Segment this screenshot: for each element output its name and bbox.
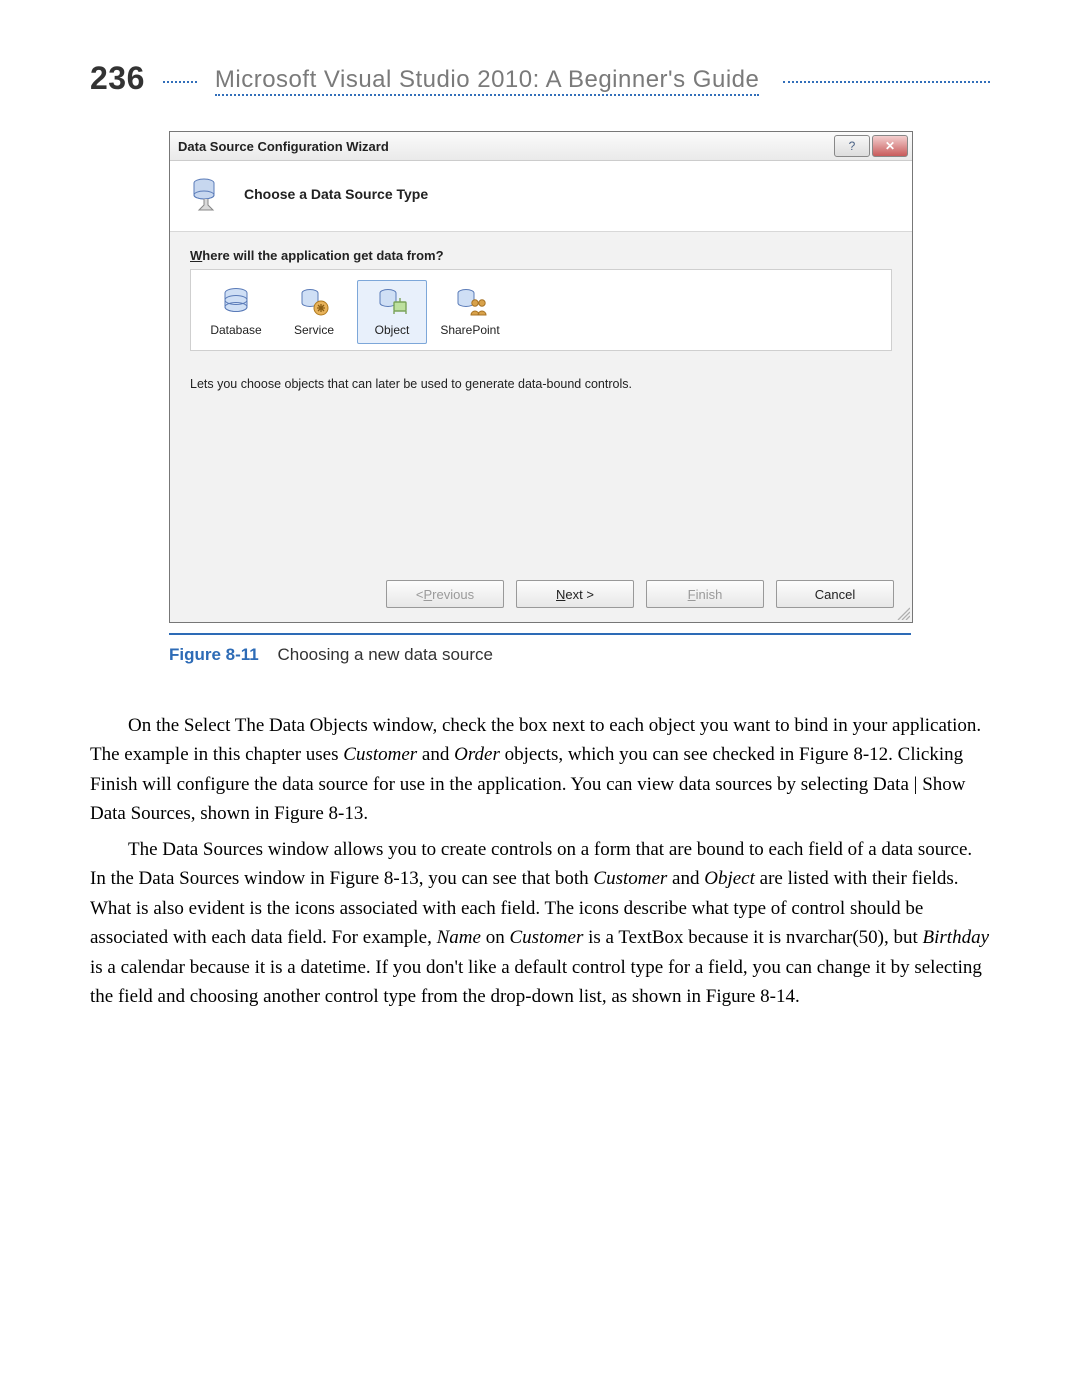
option-object-label: Object bbox=[358, 323, 426, 337]
figure-8-11: Data Source Configuration Wizard ? ✕ bbox=[169, 131, 911, 665]
running-head: 236 Microsoft Visual Studio 2010: A Begi… bbox=[90, 60, 990, 97]
wizard-heading: Choose a Data Source Type bbox=[244, 186, 428, 202]
body-text: On the Select The Data Objects window, c… bbox=[90, 711, 990, 1011]
wizard-header: Choose a Data Source Type bbox=[170, 161, 912, 232]
wizard-body: Where will the application get data from… bbox=[170, 232, 912, 622]
dialog-titlebar: Data Source Configuration Wizard ? ✕ bbox=[170, 132, 912, 161]
service-icon bbox=[297, 285, 331, 319]
option-service[interactable]: Service bbox=[279, 280, 349, 344]
figure-caption-rule bbox=[169, 633, 911, 635]
wizard-button-row: < Previous Next > Finish Cancel bbox=[386, 580, 894, 608]
source-type-options: Database Service bbox=[190, 269, 892, 351]
finish-button[interactable]: Finish bbox=[646, 580, 764, 608]
option-database-label: Database bbox=[202, 323, 270, 337]
help-icon: ? bbox=[849, 139, 856, 153]
data-source-header-icon bbox=[190, 175, 228, 213]
data-source-wizard-dialog: Data Source Configuration Wizard ? ✕ bbox=[169, 131, 913, 623]
resize-grip-icon[interactable] bbox=[896, 606, 910, 620]
header-dots-right bbox=[783, 81, 990, 83]
next-button[interactable]: Next > bbox=[516, 580, 634, 608]
dialog-title: Data Source Configuration Wizard bbox=[178, 139, 832, 154]
object-icon bbox=[375, 285, 409, 319]
option-database[interactable]: Database bbox=[201, 280, 271, 344]
header-dots-left bbox=[163, 81, 197, 83]
page-number: 236 bbox=[90, 60, 145, 97]
option-sharepoint[interactable]: SharePoint bbox=[435, 280, 505, 344]
sharepoint-icon bbox=[453, 285, 487, 319]
figure-caption: Figure 8-11 Choosing a new data source bbox=[169, 645, 911, 665]
cancel-button[interactable]: Cancel bbox=[776, 580, 894, 608]
close-button[interactable]: ✕ bbox=[872, 135, 908, 157]
previous-button[interactable]: < Previous bbox=[386, 580, 504, 608]
database-icon bbox=[219, 285, 253, 319]
wizard-question: Where will the application get data from… bbox=[190, 248, 892, 263]
figure-number: Figure 8-11 bbox=[169, 645, 259, 664]
paragraph-2: The Data Sources window allows you to cr… bbox=[90, 835, 990, 1012]
close-icon: ✕ bbox=[885, 139, 895, 153]
option-description: Lets you choose objects that can later b… bbox=[190, 377, 892, 391]
figure-caption-text: Choosing a new data source bbox=[278, 645, 493, 664]
option-sharepoint-label: SharePoint bbox=[436, 323, 504, 337]
paragraph-1: On the Select The Data Objects window, c… bbox=[90, 711, 990, 829]
book-title: Microsoft Visual Studio 2010: A Beginner… bbox=[215, 66, 759, 94]
help-button[interactable]: ? bbox=[834, 135, 870, 157]
option-object[interactable]: Object bbox=[357, 280, 427, 344]
option-service-label: Service bbox=[280, 323, 348, 337]
